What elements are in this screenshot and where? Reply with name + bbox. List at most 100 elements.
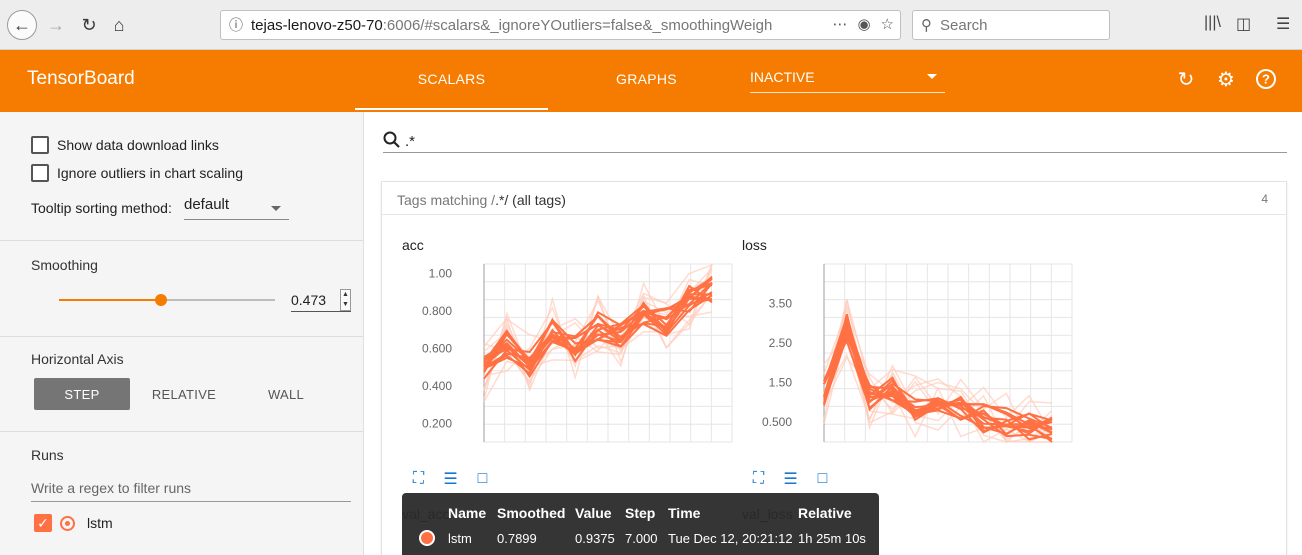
run-name: lstm <box>87 515 113 531</box>
smoothing-input[interactable]: 0.473 ▲ ▼ <box>291 289 351 312</box>
horizontal-axis-title: Horizontal Axis <box>31 351 124 367</box>
run-radio[interactable] <box>60 515 75 531</box>
chevron-down-icon <box>271 206 281 211</box>
download-links-label: Show data download links <box>57 137 219 153</box>
axis-step-button[interactable]: STEP <box>34 378 130 410</box>
acc-chart-toolbar: ⛶ ☰ □ <box>408 470 493 488</box>
tag-card-title: Tags matching /.*/ (all tags) <box>397 192 566 208</box>
url-path: :6006/#scalars&_ignoreYOutliers=false&_s… <box>382 16 773 34</box>
active-tab-indicator <box>355 108 548 110</box>
menu-icon[interactable]: ☰ <box>1276 14 1290 34</box>
y-tick-label: 3.50 <box>769 297 793 311</box>
tooltip-relative: 1h 25m 10s <box>798 531 866 546</box>
runs-title: Runs <box>31 447 64 463</box>
y-tick-label: 1.50 <box>769 376 793 390</box>
sidebar-toggle-icon[interactable]: ◫ <box>1236 14 1251 34</box>
download-links-checkbox[interactable] <box>31 136 49 154</box>
runs-filter-input[interactable]: Write a regex to filter runs <box>31 480 351 502</box>
browser-toolbar: ← → ↻ ⌂ ⓘ tejas-lenovo-z50-70 :6006/#sca… <box>0 0 1302 50</box>
tooltip-sort-select[interactable]: default <box>184 196 289 220</box>
svg-text:?: ? <box>1262 72 1270 87</box>
y-tick-label: 0.500 <box>762 415 792 429</box>
tab-graphs[interactable]: GRAPHS <box>616 71 677 87</box>
y-tick-label: 2.50 <box>769 336 793 350</box>
page-actions-icon[interactable]: ⋯ <box>832 15 847 33</box>
fullscreen-icon[interactable]: ⛶ <box>408 470 429 488</box>
y-tick-label: 1.00 <box>429 266 453 280</box>
tooltip-header-time: Time <box>668 505 701 521</box>
bookmark-star-icon[interactable]: ☆ <box>881 15 894 33</box>
info-icon[interactable]: ⓘ <box>221 15 251 35</box>
home-button[interactable]: ⌂ <box>104 10 134 40</box>
run-color-swatch <box>419 530 435 546</box>
tooltip-sort-label: Tooltip sorting method: <box>31 200 172 216</box>
chart-tooltip: Name Smoothed Value Step Time Relative l… <box>402 493 879 555</box>
log-scale-icon[interactable]: ☰ <box>440 470 461 488</box>
tooltip-header-smoothed: Smoothed <box>497 505 566 521</box>
loss-chart[interactable]: 0.500 1.50 2.50 3.50 <box>740 262 1074 444</box>
axis-relative-button[interactable]: RELATIVE <box>136 378 232 410</box>
loss-chart-toolbar: ⛶ ☰ □ <box>748 470 833 488</box>
tooltip-sort-value: default <box>184 196 230 213</box>
download-links-option[interactable]: Show data download links <box>31 136 219 154</box>
chart-title-acc: acc <box>402 237 424 253</box>
tooltip-header-name: Name <box>448 505 487 521</box>
library-icon[interactable]: |||\ <box>1204 14 1221 32</box>
tag-count: 4 <box>1261 192 1268 206</box>
run-checkbox[interactable]: ✓ <box>34 514 52 532</box>
smoothing-slider[interactable] <box>59 294 275 306</box>
fullscreen-icon[interactable]: ⛶ <box>748 470 769 488</box>
tooltip-run-name: lstm <box>448 531 472 546</box>
chart-title-loss: loss <box>742 237 767 253</box>
log-scale-icon[interactable]: ☰ <box>780 470 801 488</box>
tag-card-regex: .* <box>495 192 505 208</box>
back-button[interactable]: ← <box>7 10 37 40</box>
acc-chart[interactable]: 0.200 0.400 0.600 0.800 1.00 <box>400 262 734 444</box>
app-header: TensorBoard SCALARS GRAPHS INACTIVE ↻ ⚙ … <box>0 50 1302 112</box>
y-tick-label: 0.600 <box>422 341 452 355</box>
options-section: Show data download links Ignore outliers… <box>0 112 363 241</box>
spinner-icon[interactable]: ▲ ▼ <box>340 289 351 311</box>
inactive-dropdown[interactable]: INACTIVE <box>750 69 945 93</box>
tooltip-value: 0.9375 <box>575 531 615 546</box>
reload-button[interactable]: ↻ <box>74 10 104 40</box>
tab-scalars[interactable]: SCALARS <box>355 71 548 87</box>
tooltip-header-relative: Relative <box>798 505 852 521</box>
pocket-icon[interactable]: ◉ <box>857 15 870 33</box>
tooltip-time: Tue Dec 12, 20:21:12 <box>668 531 793 546</box>
inactive-dropdown-label: INACTIVE <box>750 69 815 85</box>
browser-search-input[interactable]: ⚲ Search <box>912 10 1110 40</box>
fit-domain-icon[interactable]: □ <box>472 470 493 488</box>
tooltip-header-value: Value <box>575 505 612 521</box>
smoothing-title: Smoothing <box>31 257 98 273</box>
help-icon[interactable]: ? <box>1254 67 1278 91</box>
tag-regex-value: .* <box>405 133 416 150</box>
tooltip-smoothed: 0.7899 <box>497 531 537 546</box>
chevron-down-icon <box>927 74 937 79</box>
tag-card-header[interactable]: Tags matching /.*/ (all tags) 4 <box>382 182 1286 215</box>
y-tick-label: 0.200 <box>422 416 452 430</box>
tooltip-header-step: Step <box>625 505 656 521</box>
fit-domain-icon[interactable]: □ <box>812 470 833 488</box>
settings-gear-icon[interactable]: ⚙ <box>1214 67 1238 91</box>
smoothing-slider-fill <box>59 299 162 301</box>
search-icon <box>383 131 401 154</box>
forward-button[interactable]: → <box>41 10 71 40</box>
search-placeholder: Search <box>940 16 988 34</box>
ignore-outliers-label: Ignore outliers in chart scaling <box>57 165 243 181</box>
tag-regex-input[interactable]: .* <box>383 130 1287 153</box>
tag-card-suffix: / (all tags) <box>504 192 566 208</box>
smoothing-value: 0.473 <box>291 292 327 308</box>
run-item-lstm[interactable]: ✓ lstm <box>34 514 113 532</box>
tag-card-prefix: Tags matching / <box>397 192 496 208</box>
axis-wall-button[interactable]: WALL <box>238 378 334 410</box>
search-icon: ⚲ <box>921 17 932 34</box>
y-tick-label: 0.400 <box>422 379 452 393</box>
ignore-outliers-checkbox[interactable] <box>31 164 49 182</box>
tooltip-step: 7.000 <box>625 531 658 546</box>
url-bar[interactable]: ⓘ tejas-lenovo-z50-70 :6006/#scalars&_ig… <box>220 10 901 40</box>
refresh-icon[interactable]: ↻ <box>1174 67 1198 91</box>
ignore-outliers-option[interactable]: Ignore outliers in chart scaling <box>31 164 243 182</box>
y-tick-label: 0.800 <box>422 304 452 318</box>
sidebar: Show data download links Ignore outliers… <box>0 112 364 555</box>
